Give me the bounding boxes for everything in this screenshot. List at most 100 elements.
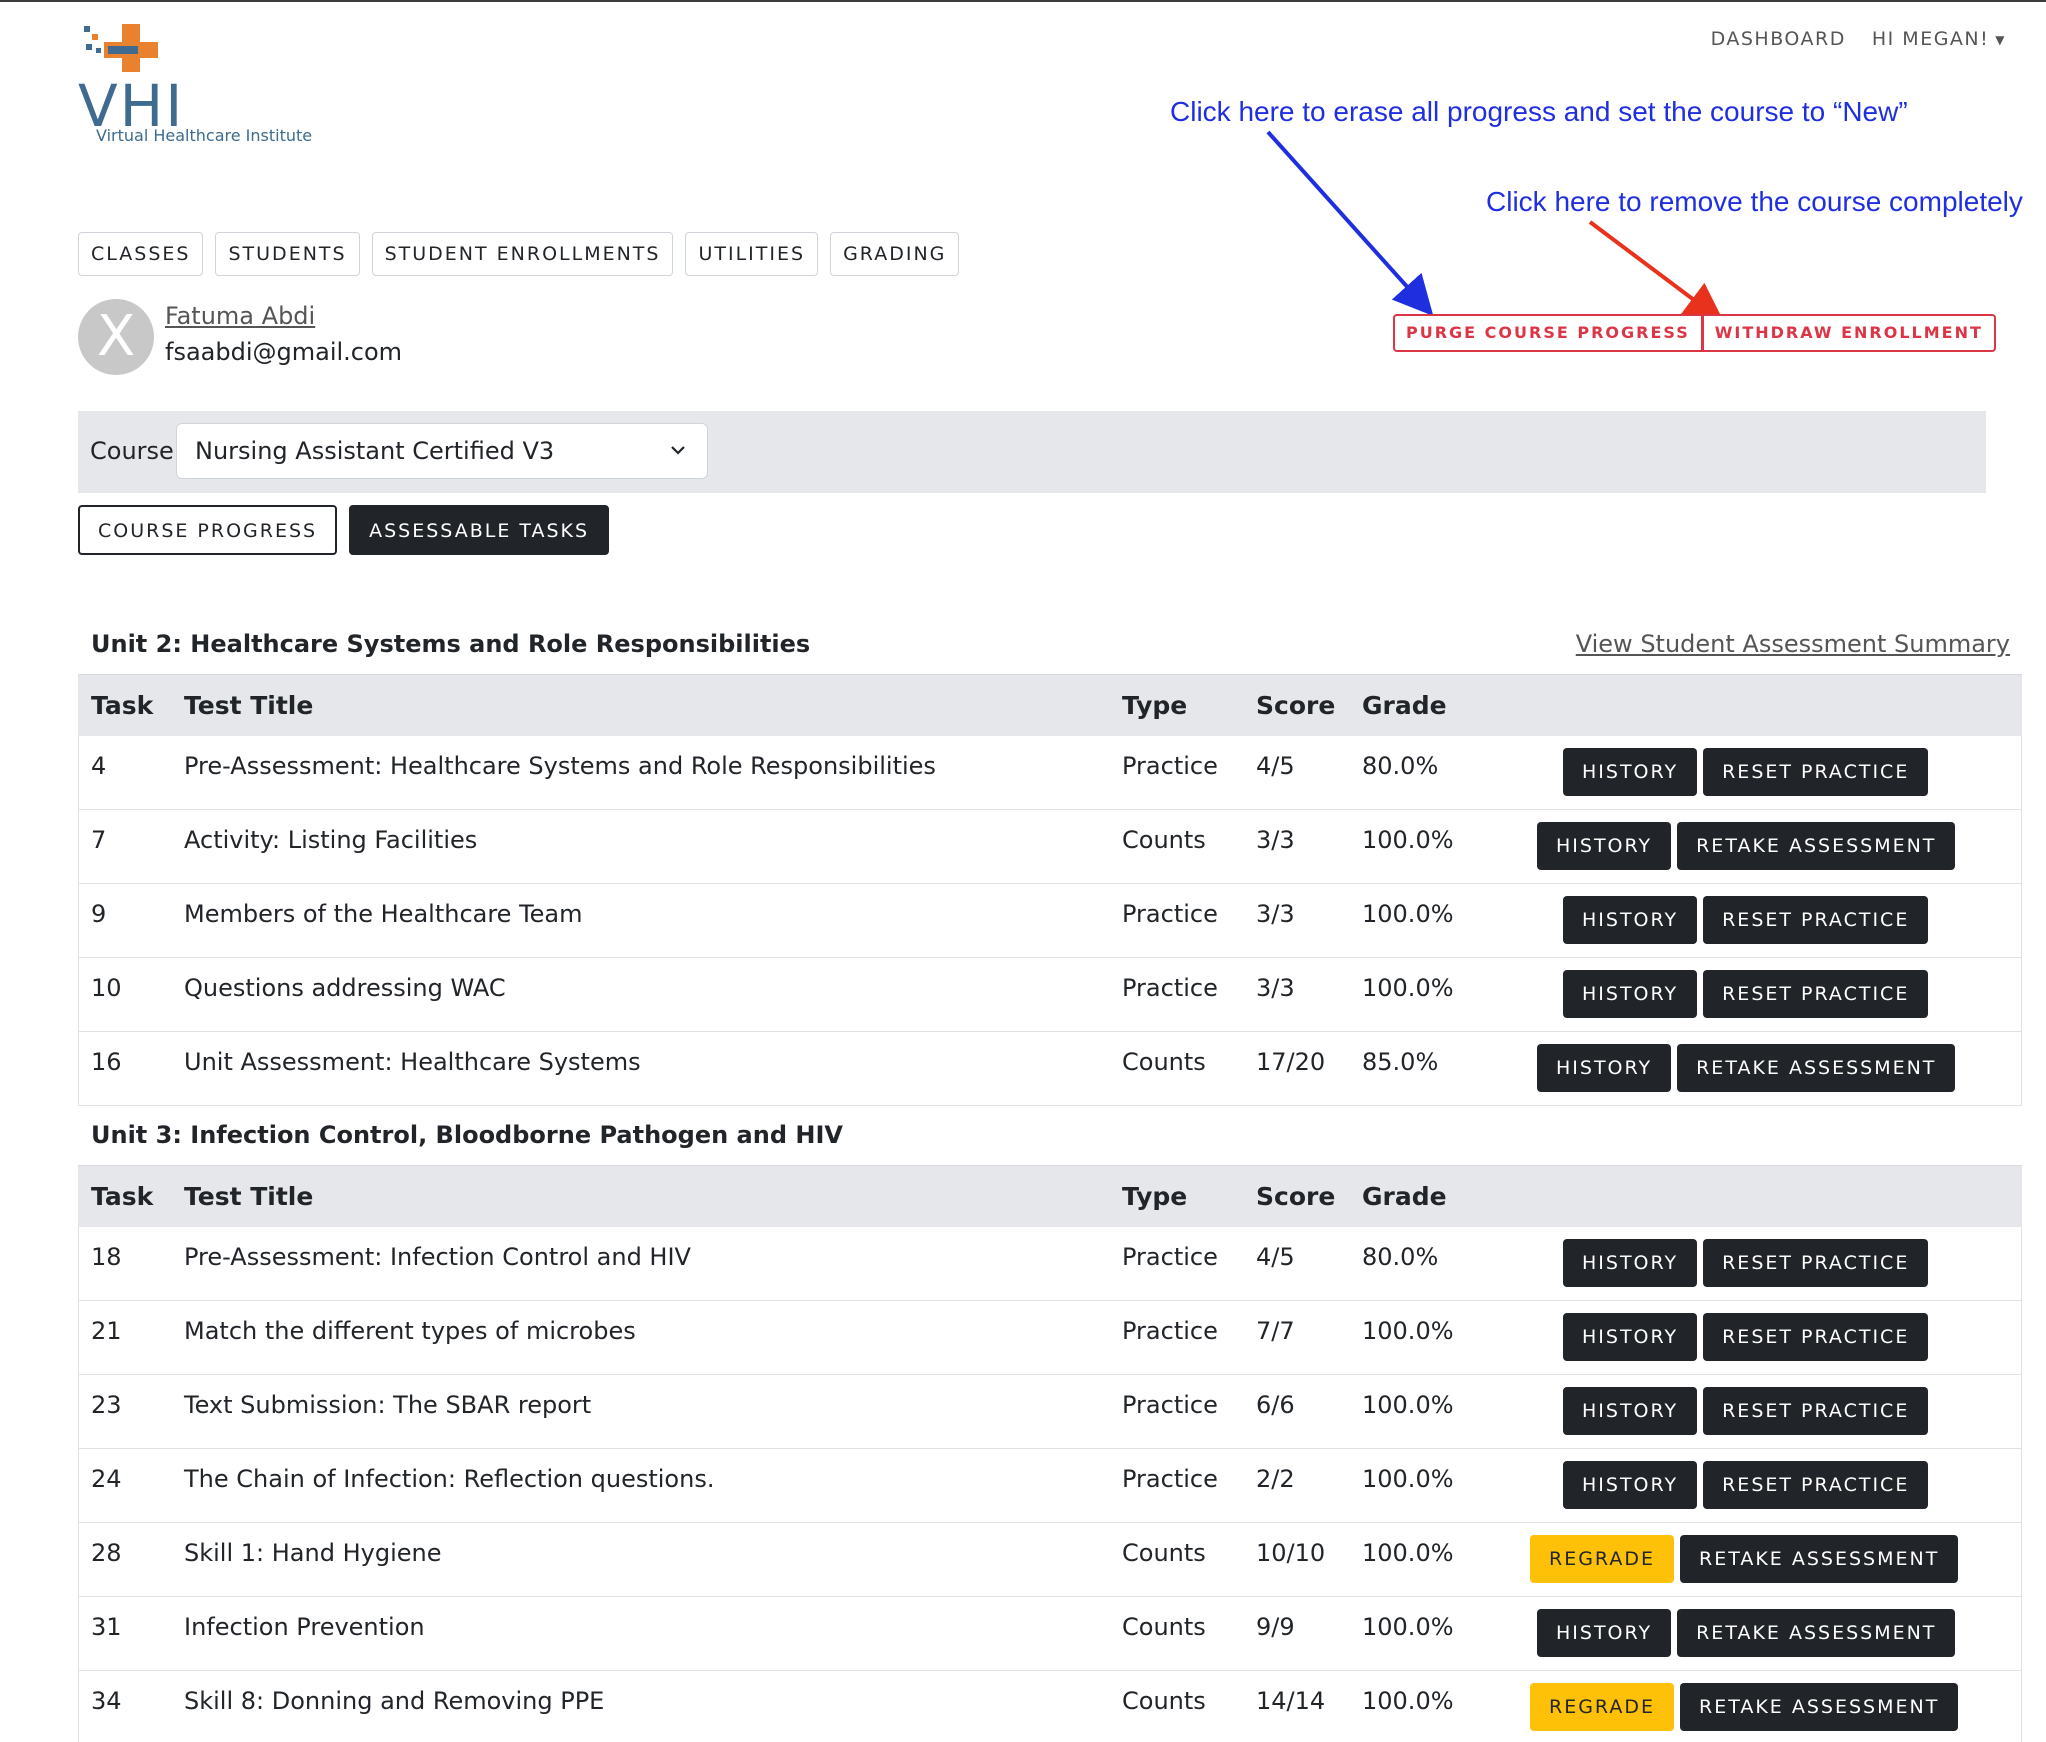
table-row: 4 Pre-Assessment: Healthcare Systems and … (78, 736, 2022, 810)
row-actions: HISTORY RESET PRACTICE (1563, 896, 1929, 944)
task-type: Counts (1122, 1048, 1206, 1076)
task-type: Practice (1122, 1243, 1218, 1271)
history-button[interactable]: HISTORY (1563, 1313, 1698, 1361)
avatar: X (78, 299, 154, 375)
task-number: 31 (91, 1613, 122, 1641)
view-tabs: COURSE PROGRESS ASSESSABLE TASKS (78, 505, 610, 555)
task-score: 14/14 (1256, 1687, 1326, 1715)
reset-practice-button[interactable]: RESET PRACTICE (1703, 970, 1929, 1018)
task-type: Practice (1122, 1465, 1218, 1493)
assessment-summary-link[interactable]: View Student Assessment Summary (1576, 630, 2010, 658)
task-grade: 100.0% (1362, 1613, 1454, 1641)
table-row: 34 Skill 8: Donning and Removing PPE Count… (78, 1671, 2022, 1742)
regrade-button[interactable]: REGRADE (1530, 1683, 1674, 1731)
admin-nav: CLASSES STUDENTS STUDENT ENROLLMENTS UTI… (78, 232, 960, 276)
course-select[interactable]: Nursing Assistant Certified V3 (176, 423, 708, 479)
header-score: Score (1256, 1182, 1336, 1211)
logo-cross-icon (84, 24, 158, 72)
retake-assessment-button[interactable]: RETAKE ASSESSMENT (1680, 1535, 1959, 1583)
history-button[interactable]: HISTORY (1537, 1609, 1672, 1657)
top-nav: DASHBOARD HI MEGAN! ▼ (1711, 28, 2006, 50)
task-score: 2/2 (1256, 1465, 1295, 1493)
vhi-logo[interactable]: VHI Virtual Healthcare Institute (78, 20, 318, 150)
table-border-right (2021, 736, 2022, 1106)
nav-student-enrollments[interactable]: STUDENT ENROLLMENTS (371, 232, 674, 276)
table-row: 10 Questions addressing WAC Practice 3/3 100… (78, 958, 2022, 1032)
dashboard-link[interactable]: DASHBOARD (1711, 28, 1846, 50)
table-border-left (78, 736, 79, 1106)
header-task: Task (91, 1182, 154, 1211)
unit-3-table-header: Task Test Title Type Score Grade (78, 1165, 2022, 1227)
reset-practice-button[interactable]: RESET PRACTICE (1703, 896, 1929, 944)
header-title: Test Title (184, 1182, 314, 1211)
row-actions: HISTORY RESET PRACTICE (1563, 1239, 1929, 1287)
task-grade: 85.0% (1362, 1048, 1439, 1076)
task-number: 16 (91, 1048, 122, 1076)
header-grade: Grade (1362, 1182, 1447, 1211)
task-grade: 80.0% (1362, 752, 1439, 780)
nav-classes[interactable]: CLASSES (78, 232, 204, 276)
history-button[interactable]: HISTORY (1563, 748, 1698, 796)
task-type: Practice (1122, 1317, 1218, 1345)
task-type: Practice (1122, 900, 1218, 928)
test-title: Members of the Healthcare Team (184, 900, 583, 928)
reset-practice-button[interactable]: RESET PRACTICE (1703, 1239, 1929, 1287)
retake-assessment-button[interactable]: RETAKE ASSESSMENT (1680, 1683, 1959, 1731)
chevron-down-icon (671, 446, 685, 455)
task-grade: 100.0% (1362, 1391, 1454, 1419)
history-button[interactable]: HISTORY (1537, 822, 1672, 870)
task-score: 4/5 (1256, 1243, 1295, 1271)
table-row: 31 Infection Prevention Counts 9/9 100.0% HIS… (78, 1597, 2022, 1671)
task-number: 7 (91, 826, 107, 854)
task-number: 4 (91, 752, 107, 780)
tab-assessable-tasks[interactable]: ASSESSABLE TASKS (349, 505, 610, 555)
test-title: Skill 1: Hand Hygiene (184, 1539, 442, 1567)
table-row: 9 Members of the Healthcare Team Practice 3… (78, 884, 2022, 958)
history-button[interactable]: HISTORY (1563, 1239, 1698, 1287)
retake-assessment-button[interactable]: RETAKE ASSESSMENT (1677, 1044, 1956, 1092)
withdraw-enrollment-button[interactable]: WITHDRAW ENROLLMENT (1702, 314, 1996, 352)
table-row: 28 Skill 1: Hand Hygiene Counts 10/10 100.0%… (78, 1523, 2022, 1597)
regrade-button[interactable]: REGRADE (1530, 1535, 1674, 1583)
row-actions: HISTORY RESET PRACTICE (1563, 970, 1929, 1018)
student-email: fsaabdi@gmail.com (165, 338, 403, 366)
task-number: 18 (91, 1243, 122, 1271)
course-selector-bar: Course Nursing Assistant Certified V3 (78, 411, 1986, 493)
row-actions: HISTORY RETAKE ASSESSMENT (1537, 822, 1956, 870)
test-title: Unit Assessment: Healthcare Systems (184, 1048, 641, 1076)
row-actions: HISTORY RESET PRACTICE (1563, 1461, 1929, 1509)
task-grade: 100.0% (1362, 1687, 1454, 1715)
user-menu[interactable]: HI MEGAN! ▼ (1872, 28, 2006, 50)
retake-assessment-button[interactable]: RETAKE ASSESSMENT (1677, 822, 1956, 870)
history-button[interactable]: HISTORY (1563, 1387, 1698, 1435)
nav-utilities[interactable]: UTILITIES (685, 232, 819, 276)
purge-course-progress-button[interactable]: PURGE COURSE PROGRESS (1393, 314, 1703, 352)
row-actions: HISTORY RETAKE ASSESSMENT (1537, 1609, 1956, 1657)
tab-course-progress[interactable]: COURSE PROGRESS (78, 505, 338, 555)
history-button[interactable]: HISTORY (1537, 1044, 1672, 1092)
course-label: Course (90, 437, 174, 465)
reset-practice-button[interactable]: RESET PRACTICE (1703, 1461, 1929, 1509)
reset-practice-button[interactable]: RESET PRACTICE (1703, 1387, 1929, 1435)
enrollment-actions: PURGE COURSE PROGRESS WITHDRAW ENROLLMEN… (1393, 314, 1996, 352)
reset-practice-button[interactable]: RESET PRACTICE (1703, 1313, 1929, 1361)
nav-students[interactable]: STUDENTS (215, 232, 360, 276)
task-grade: 100.0% (1362, 974, 1454, 1002)
top-border (0, 0, 2046, 2)
annotation-withdraw: Click here to remove the course complete… (1486, 186, 2023, 217)
history-button[interactable]: HISTORY (1563, 1461, 1698, 1509)
history-button[interactable]: HISTORY (1563, 896, 1698, 944)
logo-subtitle: Virtual Healthcare Institute (96, 126, 313, 145)
task-type: Counts (1122, 826, 1206, 854)
table-border-right (2021, 1227, 2022, 1742)
task-score: 9/9 (1256, 1613, 1295, 1641)
reset-practice-button[interactable]: RESET PRACTICE (1703, 748, 1929, 796)
table-row: 21 Match the different types of microbes P… (78, 1301, 2022, 1375)
nav-grading[interactable]: GRADING (830, 232, 960, 276)
arrow-blue (1266, 130, 1434, 316)
table-row: 7 Activity: Listing Facilities Counts 3/3 10… (78, 810, 2022, 884)
retake-assessment-button[interactable]: RETAKE ASSESSMENT (1677, 1609, 1956, 1657)
student-name-link[interactable]: Fatuma Abdi (165, 302, 315, 330)
history-button[interactable]: HISTORY (1563, 970, 1698, 1018)
course-select-value: Nursing Assistant Certified V3 (195, 437, 555, 465)
